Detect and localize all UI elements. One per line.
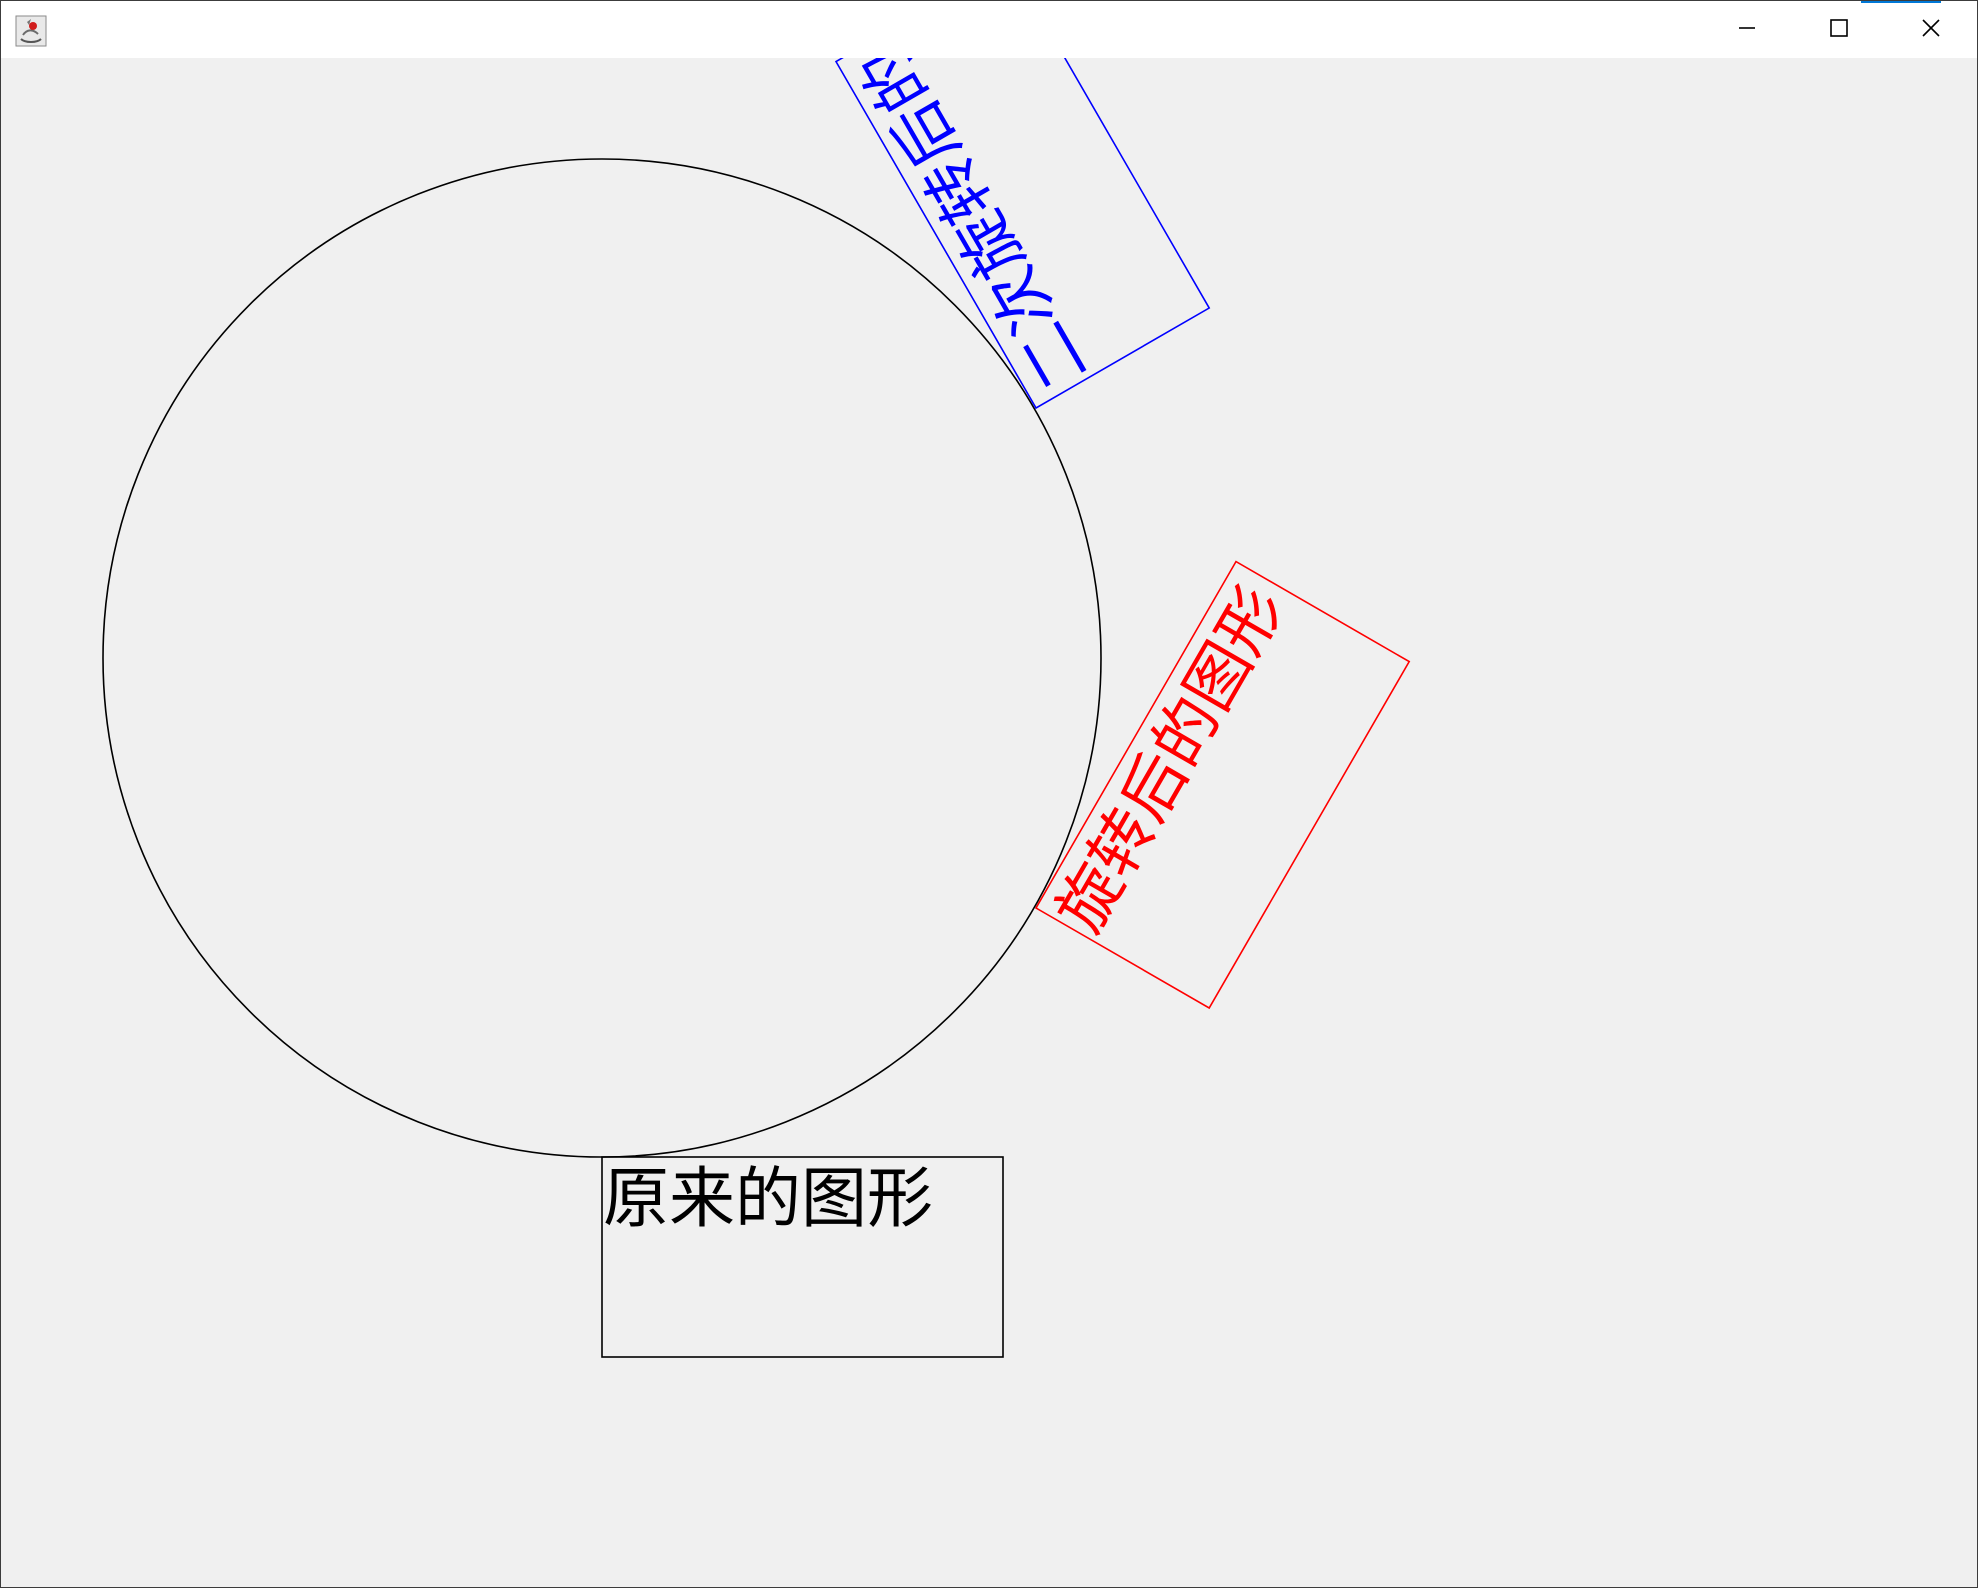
- application-window: 原来的图形 旋转后的图形 二次旋转后的: [0, 0, 1978, 1588]
- rotated-shape-label: 旋转后的图形: [1043, 575, 1299, 945]
- minimize-button[interactable]: [1701, 1, 1793, 58]
- minimize-icon: [1737, 18, 1757, 42]
- original-shape: 原来的图形: [601, 1156, 1004, 1358]
- rotated-shape: 旋转后的图形: [1034, 560, 1411, 1010]
- maximize-button[interactable]: [1793, 1, 1885, 58]
- circle-outline: [102, 158, 1102, 1158]
- title-bar[interactable]: [1, 1, 1977, 58]
- second-rotated-shape-label: 二次旋转后的: [847, 58, 1103, 402]
- java-app-icon[interactable]: [15, 15, 47, 47]
- drawing-canvas: 原来的图形 旋转后的图形 二次旋转后的: [1, 58, 1977, 1587]
- original-shape-label: 原来的图形: [603, 1160, 933, 1237]
- second-rotated-shape: 二次旋转后的: [834, 58, 1211, 410]
- maximize-icon: [1829, 18, 1849, 42]
- close-icon: [1921, 18, 1941, 42]
- close-button[interactable]: [1885, 1, 1977, 58]
